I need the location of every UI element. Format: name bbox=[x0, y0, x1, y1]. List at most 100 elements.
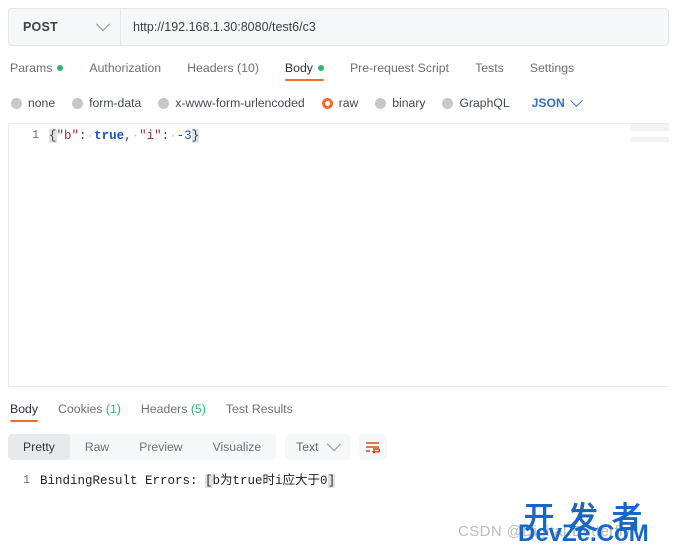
status-dot-icon bbox=[317, 65, 324, 71]
body-format-select[interactable]: JSON bbox=[531, 93, 583, 110]
response-tab-label: Cookies bbox=[58, 402, 103, 416]
editor-scrollbar[interactable] bbox=[631, 124, 669, 131]
chevron-down-icon bbox=[569, 93, 583, 107]
body-type-binary[interactable]: binary bbox=[375, 96, 425, 110]
response-tab-cookies[interactable]: Cookies (1) bbox=[48, 402, 131, 422]
radio-selected-icon bbox=[321, 97, 333, 109]
response-tab-count: (5) bbox=[190, 402, 206, 416]
status-dot-icon bbox=[57, 65, 64, 71]
request-tab-label: Pre-request Script bbox=[349, 61, 450, 75]
http-method-select[interactable]: POST bbox=[9, 9, 121, 45]
request-tab-body[interactable]: Body bbox=[272, 61, 337, 81]
response-format-select[interactable]: Text bbox=[285, 434, 350, 460]
code-token: · bbox=[86, 129, 95, 143]
watermark-site: DevZe.CoM bbox=[518, 520, 649, 547]
response-tab-count: (1) bbox=[105, 402, 121, 416]
body-type-raw[interactable]: raw bbox=[321, 96, 359, 110]
request-tabs: Params Authorization Headers (10) Body P… bbox=[0, 55, 677, 81]
request-tab-authorization[interactable]: Authorization bbox=[76, 61, 174, 81]
response-tab-headers[interactable]: Headers (5) bbox=[131, 402, 216, 422]
body-type-label: none bbox=[28, 96, 56, 110]
code-token: -3 bbox=[176, 129, 192, 143]
editor-scrollbar-secondary[interactable] bbox=[631, 137, 669, 142]
response-tab-label: Test Results bbox=[225, 402, 293, 416]
body-format-label: JSON bbox=[531, 96, 565, 110]
response-view-label: Pretty bbox=[23, 440, 55, 454]
response-view-mode-group: Pretty Raw Preview Visualize bbox=[8, 434, 277, 460]
radio-icon bbox=[72, 97, 84, 109]
request-tab-label: Headers (10) bbox=[187, 61, 259, 75]
code-token: , bbox=[124, 129, 132, 143]
body-type-x-www-form-urlencoded[interactable]: x-www-form-urlencoded bbox=[158, 96, 305, 110]
code-token: { bbox=[49, 129, 57, 143]
code-token: · bbox=[169, 129, 177, 143]
response-body-panel[interactable]: 1 BindingResult Errors: [b为true时i应大于0] bbox=[0, 469, 677, 515]
line-number: 1 bbox=[32, 129, 39, 142]
body-type-row: none form-data x-www-form-urlencoded raw… bbox=[0, 92, 677, 114]
response-tab-label: Body bbox=[10, 402, 39, 416]
response-tabs: Body Cookies (1) Headers (5) Test Result… bbox=[0, 398, 677, 422]
body-type-label: binary bbox=[392, 96, 426, 110]
editor-line: 1 {"b":·true,·"i":·-3} bbox=[9, 124, 669, 146]
code-token: b为true时i应大于0 bbox=[212, 474, 328, 488]
watermark-csdn: CSDN @Digital-Butterfly bbox=[458, 523, 631, 540]
body-type-label: raw bbox=[338, 96, 359, 110]
request-tab-label: Body bbox=[284, 61, 313, 75]
url-input[interactable]: http://192.168.1.30:8080/test6/c3 bbox=[121, 9, 668, 45]
body-type-label: form-data bbox=[89, 96, 142, 110]
body-type-label: x-www-form-urlencoded bbox=[175, 96, 305, 110]
request-tab-label: Params bbox=[10, 61, 53, 75]
radio-icon bbox=[442, 97, 454, 109]
url-text: http://192.168.1.30:8080/test6/c3 bbox=[133, 20, 316, 34]
code-token: · bbox=[131, 129, 140, 143]
code-token: [ bbox=[205, 474, 213, 488]
request-tab-tests[interactable]: Tests bbox=[462, 61, 517, 81]
response-tab-label: Headers bbox=[140, 402, 188, 416]
response-code-text[interactable]: BindingResult Errors: [b为true时i应大于0] bbox=[40, 473, 336, 489]
body-type-label: GraphQL bbox=[459, 96, 510, 110]
code-token: BindingResult Errors: bbox=[40, 474, 206, 488]
radio-icon bbox=[11, 97, 22, 109]
response-tab-body[interactable]: Body bbox=[8, 402, 48, 422]
request-tab-pre-request-script[interactable]: Pre-request Script bbox=[337, 61, 462, 81]
code-token: "b" bbox=[56, 129, 80, 143]
code-token: } bbox=[191, 129, 200, 143]
word-wrap-icon bbox=[366, 441, 381, 454]
response-separator bbox=[8, 386, 669, 387]
request-body-editor[interactable]: 1 {"b":·true,·"i":·-3} bbox=[8, 123, 669, 386]
body-type-graphql[interactable]: GraphQL bbox=[442, 96, 510, 110]
http-method-label: POST bbox=[23, 20, 58, 34]
response-view-pretty[interactable]: Pretty bbox=[8, 434, 70, 460]
response-view-visualize[interactable]: Visualize bbox=[198, 434, 277, 460]
request-tab-label: Settings bbox=[529, 61, 575, 75]
request-tab-headers[interactable]: Headers (10) bbox=[174, 61, 272, 81]
code-token: "i" bbox=[139, 129, 162, 143]
response-tab-test-results[interactable]: Test Results bbox=[216, 402, 303, 422]
response-view-label: Visualize bbox=[212, 440, 262, 454]
body-type-form-data[interactable]: form-data bbox=[72, 96, 141, 110]
request-tab-label: Tests bbox=[475, 61, 504, 75]
line-number: 1 bbox=[23, 474, 30, 487]
code-token: : bbox=[79, 129, 87, 143]
response-line: 1 BindingResult Errors: [b为true时i应大于0] bbox=[0, 469, 677, 491]
response-view-preview[interactable]: Preview bbox=[124, 434, 197, 460]
response-toolbar: Pretty Raw Preview Visualize Text bbox=[0, 434, 677, 460]
body-type-none[interactable]: none bbox=[11, 96, 55, 110]
response-format-label: Text bbox=[296, 440, 319, 454]
editor-code-text[interactable]: {"b":·true,·"i":·-3} bbox=[49, 128, 200, 144]
request-tab-params[interactable]: Params bbox=[8, 61, 76, 81]
response-view-label: Preview bbox=[139, 440, 183, 454]
radio-icon bbox=[375, 97, 387, 109]
code-token: ] bbox=[327, 474, 336, 488]
chevron-down-icon bbox=[326, 437, 341, 452]
code-token: true bbox=[94, 129, 125, 143]
response-view-label: Raw bbox=[84, 440, 110, 454]
word-wrap-button[interactable] bbox=[358, 434, 387, 460]
request-url-bar: POST http://192.168.1.30:8080/test6/c3 bbox=[8, 8, 669, 46]
response-view-raw[interactable]: Raw bbox=[70, 434, 124, 460]
request-tab-label: Authorization bbox=[89, 61, 162, 75]
chevron-down-icon bbox=[95, 17, 111, 32]
code-token: : bbox=[161, 129, 170, 143]
request-tab-settings[interactable]: Settings bbox=[517, 61, 587, 81]
radio-icon bbox=[158, 97, 170, 109]
